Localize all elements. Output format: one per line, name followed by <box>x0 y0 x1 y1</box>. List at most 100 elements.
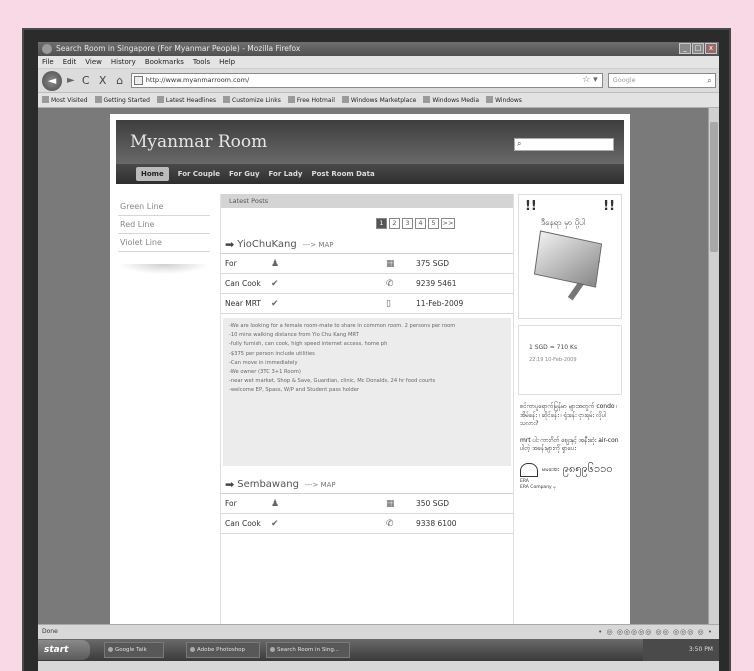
mrt-line-nav: Green Line Red Line Violet Line <box>118 198 210 274</box>
bookmark-windows-media[interactable]: Windows Media <box>423 93 479 107</box>
menu-help[interactable]: Help <box>219 56 235 68</box>
exclaim-left: !! <box>525 199 537 214</box>
home-button[interactable]: ⌂ <box>114 74 126 87</box>
menu-edit[interactable]: Edit <box>63 56 77 68</box>
status-bar: Done • ◎ ◎◎◎◎◎ ◎◎ ◎◎◎ ◎ • <box>38 624 719 639</box>
window-controls: _ □ x <box>679 43 717 54</box>
search-icon[interactable]: ⌕ <box>707 74 711 87</box>
era-phone: ၉၈၅၉၆၁၁၀ <box>562 461 613 475</box>
listing-location[interactable]: Sembawang <box>237 479 299 490</box>
bookmark-latest-headlines[interactable]: Latest Headlines <box>157 93 216 107</box>
bookmark-star-icon[interactable]: ☆ ▾ <box>582 74 597 87</box>
female-icon: ♟ <box>271 498 280 509</box>
calendar-icon: ▯ <box>386 298 391 309</box>
windows-taskbar: start Google Talk Adobe Photoshop Search… <box>38 639 719 661</box>
nav-for-guy[interactable]: For Guy <box>229 170 260 178</box>
clock[interactable]: 3:50 PM <box>689 646 713 653</box>
site-search-icon: ⌕ <box>517 139 522 148</box>
task-google-talk[interactable]: Google Talk <box>104 642 164 658</box>
line-green[interactable]: Green Line <box>118 198 210 216</box>
page-4[interactable]: 4 <box>415 218 426 229</box>
bookmark-most-visited[interactable]: Most Visited <box>42 93 88 107</box>
listing-title: ➡ YioChuKang ---> MAP <box>221 236 513 254</box>
site-nav: Home For Couple For Guy For Lady Post Ro… <box>116 164 624 184</box>
listing-title: ➡ Sembawang ---> MAP <box>221 476 513 494</box>
desc-line: -welcome EP, Spass, W/P and Student pass… <box>229 387 360 394</box>
task-photoshop[interactable]: Adobe Photoshop <box>186 642 260 658</box>
menu-history[interactable]: History <box>111 56 136 68</box>
map-link[interactable]: ---> MAP <box>303 241 334 249</box>
row-label: For <box>225 259 237 268</box>
menu-view[interactable]: View <box>85 56 102 68</box>
row-value: 9239 5461 <box>416 279 457 288</box>
start-button[interactable]: start <box>38 640 90 660</box>
url-bar[interactable]: http://www.myanmarroom.com/ ☆ ▾ <box>130 73 603 88</box>
window-title: Search Room in Singapore (For Myanmar Pe… <box>56 44 301 53</box>
menu-bar: File Edit View History Bookmarks Tools H… <box>38 56 719 69</box>
site-page: Myanmar Room ⌕ Home For Couple For Guy F… <box>110 114 630 624</box>
row-value: 375 SGD <box>416 259 450 268</box>
era-ad[interactable]: မမအေး ၉၈၅၉၆၁၁၀ <box>518 462 622 478</box>
bookmark-getting-started[interactable]: Getting Started <box>95 93 150 107</box>
row-label: Near MRT <box>225 299 262 308</box>
vertical-scrollbar[interactable] <box>708 108 719 624</box>
pagination: 1 2 3 4 5 >> <box>376 218 455 229</box>
scrollbar-thumb[interactable] <box>710 122 718 252</box>
row-value: 11-Feb-2009 <box>416 299 464 308</box>
stop-button[interactable]: X <box>97 74 109 87</box>
page-3[interactable]: 3 <box>402 218 413 229</box>
burmese-ad-2: mrt ပါး ကားဂိတ် ဈေးနှင့် အနီးဆုံး air-co… <box>520 436 619 453</box>
line-red[interactable]: Red Line <box>118 216 210 234</box>
reload-button[interactable]: C <box>80 74 92 87</box>
row-label: Can Cook <box>225 519 261 528</box>
status-text: Done <box>42 628 58 635</box>
line-violet[interactable]: Violet Line <box>118 234 210 252</box>
nav-for-lady[interactable]: For Lady <box>269 170 303 178</box>
desc-line: -Can move in immediately <box>229 359 298 366</box>
nav-home[interactable]: Home <box>136 167 169 181</box>
menu-tools[interactable]: Tools <box>193 56 210 68</box>
desc-line: -fully furnish, can cook, high speed int… <box>229 341 388 348</box>
page-5[interactable]: 5 <box>428 218 439 229</box>
pager-spacer <box>221 208 513 236</box>
listing-row: Can Cook ✔ ✆ 9239 5461 <box>221 274 513 294</box>
exchange-rate-time: 22:19 10-Feb-2009 <box>529 357 577 363</box>
arrow-right-icon: ➡ <box>225 238 235 251</box>
listing-row: For ♟ ▦ 375 SGD <box>221 254 513 274</box>
row-value: 350 SGD <box>416 499 450 508</box>
status-addon-icons: • ◎ ◎◎◎◎◎ ◎◎ ◎◎◎ ◎ • <box>598 628 713 636</box>
nav-post-room-data[interactable]: Post Room Data <box>311 170 374 178</box>
desc-line: -We are looking for a female room-mate t… <box>229 323 456 329</box>
task-firefox[interactable]: Search Room in Sing... <box>266 642 350 658</box>
desc-line: -10 mins walking distance from Yio Chu K… <box>229 332 359 339</box>
listing-spacer <box>221 466 513 476</box>
bookmark-free-hotmail[interactable]: Free Hotmail <box>288 93 335 107</box>
map-link[interactable]: ---> MAP <box>305 481 336 489</box>
minimize-button[interactable]: _ <box>679 43 691 54</box>
page-next[interactable]: >> <box>441 218 455 229</box>
exchange-rate-box: 1 SGD = 710 Ks 22:19 10-Feb-2009 <box>518 325 622 395</box>
menu-file[interactable]: File <box>42 56 54 68</box>
exclaim-right: !! <box>603 199 615 214</box>
era-logo-text: ERA <box>520 478 529 484</box>
site-logo[interactable]: Myanmar Room <box>130 132 267 152</box>
sidebar-ads: !! !! ဒီနေရာ မှာ ပို့ပါ 1 SGD = 710 Ks 2… <box>518 194 622 491</box>
page-2[interactable]: 2 <box>389 218 400 229</box>
page-viewport: Myanmar Room ⌕ Home For Couple For Guy F… <box>38 108 708 624</box>
close-button[interactable]: x <box>705 43 717 54</box>
listing-location[interactable]: YioChuKang <box>237 239 297 250</box>
checkmark-icon: ✔ <box>271 298 279 309</box>
bookmark-windows-marketplace[interactable]: Windows Marketplace <box>342 93 416 107</box>
menu-bookmarks[interactable]: Bookmarks <box>145 56 184 68</box>
page-1[interactable]: 1 <box>376 218 387 229</box>
maximize-button[interactable]: □ <box>692 43 704 54</box>
forward-button[interactable]: ► <box>67 75 75 86</box>
latest-posts-header: Latest Posts <box>221 194 513 208</box>
bookmark-customize-links[interactable]: Customize Links <box>223 93 281 107</box>
nav-for-couple[interactable]: For Couple <box>178 170 220 178</box>
bookmark-windows[interactable]: Windows <box>486 93 522 107</box>
back-button[interactable]: ◄ <box>42 70 62 91</box>
search-bar[interactable]: Google ⌕ <box>607 73 716 88</box>
post-here-ad[interactable]: !! !! ဒီနေရာ မှာ ပို့ပါ <box>518 194 622 319</box>
site-search-input[interactable]: ⌕ <box>514 138 614 151</box>
